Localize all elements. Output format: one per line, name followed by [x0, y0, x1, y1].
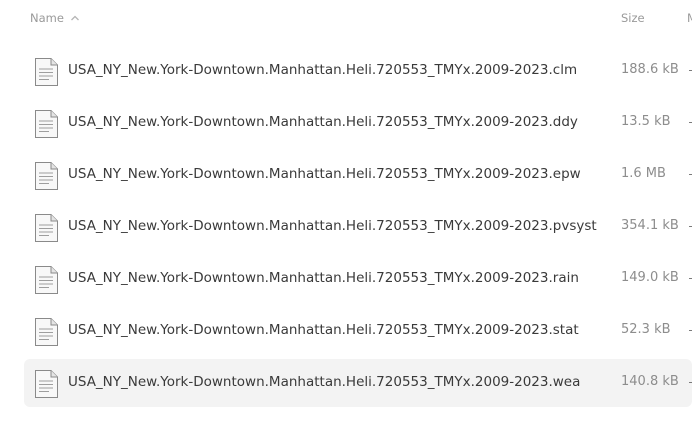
file-size: 149.0 kB — [621, 270, 679, 285]
file-row[interactable]: USA_NY_New.York-Downtown.Manhattan.Heli.… — [24, 255, 692, 303]
text-file-icon — [35, 58, 58, 86]
size-column-label: Size — [621, 11, 645, 25]
text-file-icon — [35, 162, 58, 190]
modified-column-header[interactable]: M — [687, 11, 692, 25]
file-name: USA_NY_New.York-Downtown.Manhattan.Heli.… — [68, 374, 581, 390]
file-row[interactable]: USA_NY_New.York-Downtown.Manhattan.Heli.… — [24, 151, 692, 199]
file-row[interactable]: USA_NY_New.York-Downtown.Manhattan.Heli.… — [24, 47, 692, 95]
text-file-icon — [35, 214, 58, 242]
text-file-icon — [35, 110, 58, 138]
file-list-view: Name Size M USA_NY_New.York-Downtown.Man… — [0, 0, 692, 432]
file-row[interactable]: USA_NY_New.York-Downtown.Manhattan.Heli.… — [24, 203, 692, 251]
text-file-icon — [35, 266, 58, 294]
file-size: 1.6 MB — [621, 166, 666, 181]
modified-column-label: M — [687, 11, 692, 25]
file-size: 188.6 kB — [621, 62, 679, 77]
file-row[interactable]: USA_NY_New.York-Downtown.Manhattan.Heli.… — [24, 307, 692, 355]
text-file-icon — [35, 370, 58, 398]
sort-ascending-icon — [70, 15, 79, 21]
text-file-icon — [35, 318, 58, 346]
column-header: Name Size M — [0, 0, 692, 36]
name-column-header[interactable]: Name — [30, 11, 80, 25]
file-name: USA_NY_New.York-Downtown.Manhattan.Heli.… — [68, 270, 579, 286]
file-name: USA_NY_New.York-Downtown.Manhattan.Heli.… — [68, 62, 578, 78]
file-name: USA_NY_New.York-Downtown.Manhattan.Heli.… — [68, 114, 578, 130]
file-size: 354.1 kB — [621, 218, 679, 233]
name-column-label: Name — [30, 11, 64, 25]
file-size: 140.8 kB — [621, 374, 679, 389]
file-row[interactable]: USA_NY_New.York-Downtown.Manhattan.Heli.… — [24, 99, 692, 147]
file-name: USA_NY_New.York-Downtown.Manhattan.Heli.… — [68, 166, 581, 182]
size-column-header[interactable]: Size — [621, 11, 645, 25]
file-rows: USA_NY_New.York-Downtown.Manhattan.Heli.… — [24, 47, 692, 411]
file-row[interactable]: USA_NY_New.York-Downtown.Manhattan.Heli.… — [24, 359, 692, 407]
file-size: 52.3 kB — [621, 322, 671, 337]
file-name: USA_NY_New.York-Downtown.Manhattan.Heli.… — [68, 322, 579, 338]
file-size: 13.5 kB — [621, 114, 671, 129]
file-name: USA_NY_New.York-Downtown.Manhattan.Heli.… — [68, 218, 597, 234]
